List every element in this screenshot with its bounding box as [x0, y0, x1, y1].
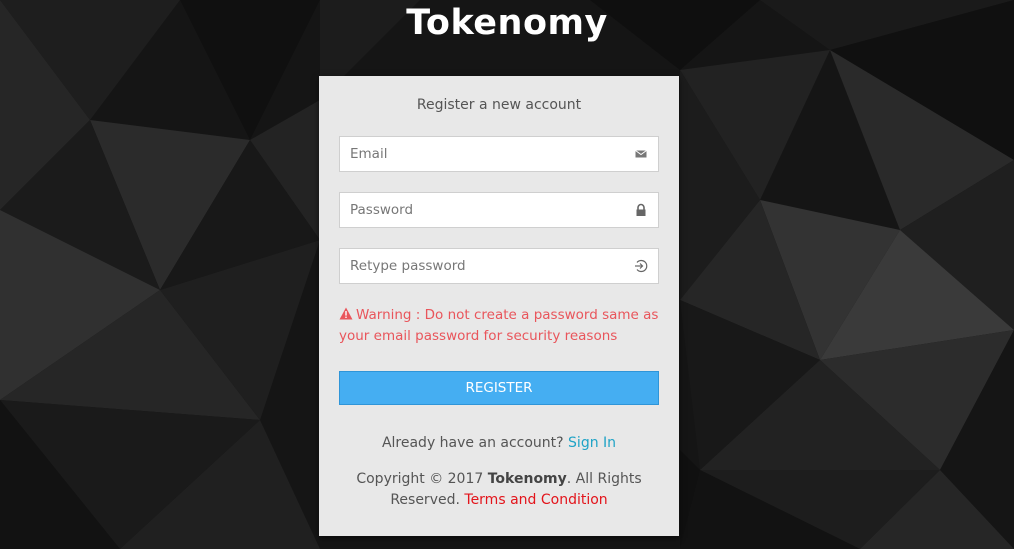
register-card: Register a new account Warning : Do not … [319, 76, 679, 536]
retype-password-input[interactable] [340, 249, 620, 283]
copyright-prefix: Copyright © 2017 [356, 471, 484, 487]
signin-prompt-text: Already have an account? [381, 435, 564, 451]
lock-icon [636, 203, 646, 216]
brand-title: Tokenomy [406, 3, 608, 43]
email-field[interactable] [339, 136, 659, 172]
password-field[interactable] [339, 192, 659, 228]
warning-text: Warning : Do not create a password same … [339, 307, 659, 344]
signin-prompt-line: Already have an account? Sign In [319, 435, 679, 451]
password-warning: Warning : Do not create a password same … [339, 305, 659, 347]
envelope-icon [635, 150, 647, 158]
password-input[interactable] [340, 193, 620, 227]
copyright-brand: Tokenomy [487, 471, 567, 487]
sign-in-icon [635, 259, 648, 273]
copyright-text: Copyright © 2017 Tokenomy. All Rights Re… [339, 469, 659, 511]
signin-link[interactable]: Sign In [568, 435, 616, 451]
register-button[interactable]: REGISTER [339, 371, 659, 405]
retype-password-field[interactable] [339, 248, 659, 284]
terms-link[interactable]: Terms and Condition [464, 492, 607, 508]
form-heading: Register a new account [416, 97, 582, 113]
email-input[interactable] [340, 137, 620, 171]
warning-triangle-icon [339, 307, 353, 320]
